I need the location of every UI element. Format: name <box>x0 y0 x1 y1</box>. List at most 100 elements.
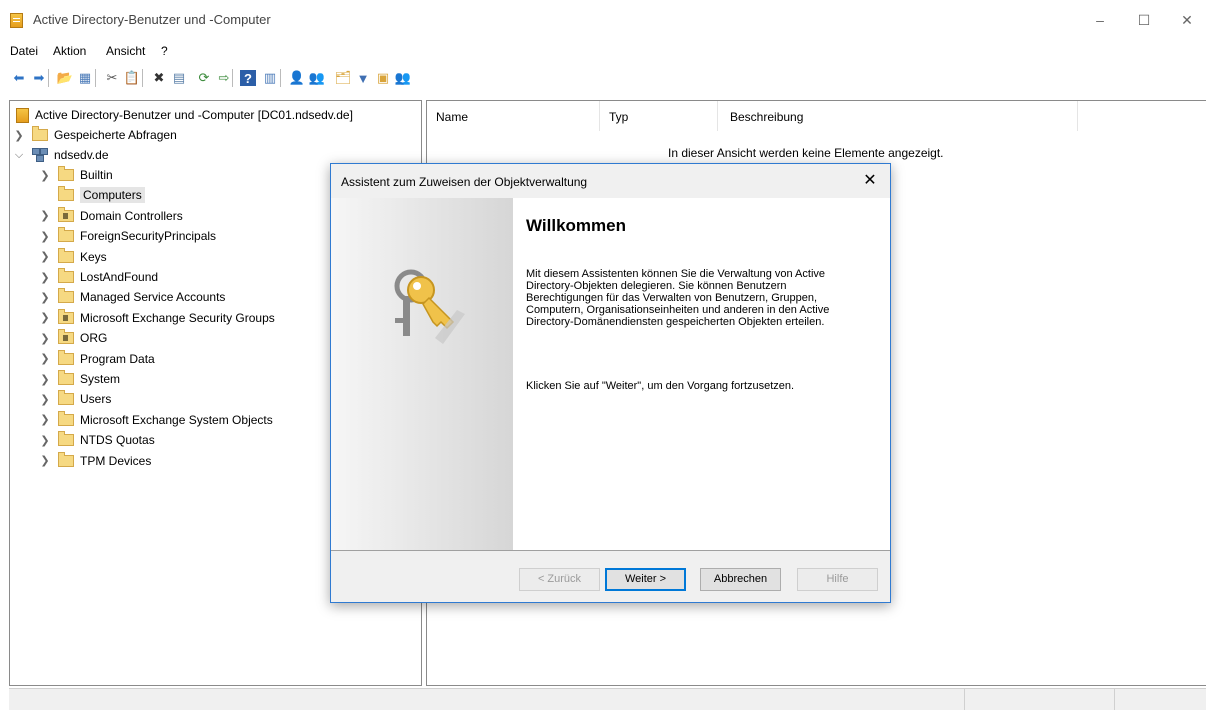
chevron-right-icon[interactable]: ❯ <box>38 250 52 263</box>
new-user-icon[interactable]: 👤 <box>287 68 307 88</box>
maximize-button[interactable]: ☐ <box>1129 8 1159 32</box>
folder-icon <box>58 247 74 263</box>
toolbar-separator <box>48 69 49 87</box>
ou-folder-icon <box>58 329 74 345</box>
chevron-right-icon[interactable]: ❯ <box>38 332 52 345</box>
chevron-right-icon[interactable]: ❯ <box>38 454 52 467</box>
folder-icon <box>58 186 74 202</box>
new-group-icon[interactable]: 👥 <box>307 68 327 88</box>
tree-root-label: Active Directory-Benutzer und -Computer … <box>35 108 353 122</box>
cancel-button[interactable]: Abbrechen <box>700 568 781 591</box>
chevron-down-icon[interactable]: ⌵ <box>12 149 26 162</box>
help-icon[interactable]: ? <box>240 70 256 86</box>
tree-item[interactable]: ❯ Microsoft Exchange System Objects <box>38 410 273 430</box>
tree-item-label: TPM Devices <box>80 453 152 468</box>
tree-item-label: Computers <box>80 187 145 204</box>
new-ou-icon[interactable]: 🗂 <box>333 68 353 88</box>
tree-item-label: System <box>80 372 121 386</box>
tree-item[interactable]: ❯ NTDS Quotas <box>38 430 155 450</box>
tree-item[interactable]: ❯ System <box>38 369 120 389</box>
window-title: Active Directory-Benutzer und -Computer <box>33 12 271 27</box>
chevron-right-icon[interactable]: ❯ <box>38 209 52 222</box>
chevron-right-icon[interactable]: ❯ <box>38 434 52 447</box>
dialog-close-icon[interactable]: ✕ <box>860 170 880 190</box>
delegate-icon[interactable]: 👥 <box>393 68 413 88</box>
back-button[interactable]: < Zurück <box>519 568 600 591</box>
chevron-right-icon[interactable]: ❯ <box>38 393 52 406</box>
refresh-icon[interactable]: ⟳ <box>194 68 214 88</box>
ou-folder-icon <box>58 206 74 222</box>
status-bar <box>9 688 1206 710</box>
export-list-icon[interactable]: ⇨ <box>214 68 234 88</box>
tree-item-domain[interactable]: ⌵ ndsedv.de <box>12 145 109 165</box>
tree-item-label: Microsoft Exchange System Objects <box>80 412 273 427</box>
chevron-right-icon[interactable]: ❯ <box>38 413 52 426</box>
cut-icon[interactable]: ✂ <box>102 68 122 88</box>
tree-item-saved-queries[interactable]: ❯ Gespeicherte Abfragen <box>12 125 177 145</box>
up-folder-icon[interactable]: 📂 <box>55 68 75 88</box>
column-header-description[interactable]: Beschreibung <box>730 101 803 125</box>
chevron-right-icon[interactable]: ❯ <box>38 373 52 386</box>
tree-item[interactable]: ❯ ForeignSecurityPrincipals <box>38 226 216 246</box>
tree-item[interactable]: ❯ TPM Devices <box>38 451 151 471</box>
tree-item-label: LostAndFound <box>80 270 159 284</box>
folder-icon <box>58 410 74 426</box>
tree-item[interactable]: ❯ Users <box>38 389 111 409</box>
delete-icon[interactable]: ✖ <box>149 68 169 88</box>
tree-item[interactable]: ❯ LostAndFound <box>38 267 158 287</box>
forward-arrow-icon[interactable]: ➡ <box>29 68 49 88</box>
tree-item[interactable]: ❯ Program Data <box>38 349 155 369</box>
close-button[interactable]: ✕ <box>1172 8 1202 32</box>
toolbar-separator <box>142 69 143 87</box>
chevron-right-icon[interactable]: ❯ <box>38 271 52 284</box>
ou-folder-icon <box>58 308 74 324</box>
wizard-instruction: Klicken Sie auf "Weiter", um den Vorgang… <box>526 380 795 392</box>
tree-item[interactable]: ❯ Domain Controllers <box>38 206 183 226</box>
properties-icon[interactable]: ▤ <box>169 68 189 88</box>
chevron-right-icon[interactable]: ❯ <box>38 352 52 365</box>
tree-item[interactable]: ❯ Managed Service Accounts <box>38 287 225 307</box>
folder-icon <box>58 268 74 283</box>
toolbar-separator <box>95 69 96 87</box>
snapin-icon <box>16 107 29 123</box>
help-button[interactable]: Hilfe <box>797 568 878 591</box>
tree-item[interactable]: ❯ ORG <box>38 328 107 348</box>
menu-help[interactable]: ? <box>161 44 168 58</box>
app-icon <box>10 13 23 28</box>
filter-icon[interactable]: ▼ <box>353 68 373 88</box>
chevron-right-icon[interactable]: ❯ <box>38 230 52 243</box>
dialog-title: Assistent zum Zuweisen der Objektverwalt… <box>341 175 588 189</box>
copy-icon[interactable]: 📋 <box>122 68 142 88</box>
chevron-right-icon[interactable]: ❯ <box>38 311 52 324</box>
folder-icon <box>58 166 74 181</box>
tree-item[interactable]: Computers <box>38 185 145 205</box>
folder-icon <box>58 431 74 447</box>
chevron-right-icon[interactable]: ❯ <box>12 129 26 142</box>
next-button[interactable]: Weiter > <box>605 568 686 591</box>
tree-item-label: Users <box>80 392 112 407</box>
folder-icon <box>58 451 74 467</box>
menu-datei[interactable]: Datei <box>10 44 38 58</box>
folder-icon <box>32 126 48 141</box>
chevron-right-icon[interactable]: ❯ <box>38 169 52 182</box>
show-console-tree-icon[interactable]: ▦ <box>75 68 95 88</box>
tree-item[interactable]: ❯ Microsoft Exchange Security Groups <box>38 308 275 328</box>
tree-item-label: Managed Service Accounts <box>80 290 226 305</box>
show-action-pane-icon[interactable]: ▥ <box>260 68 280 88</box>
wizard-side-panel <box>331 198 513 550</box>
tree-item-label: ForeignSecurityPrincipals <box>80 229 217 244</box>
add-to-group-icon[interactable]: ▣ <box>373 68 393 88</box>
tree-root[interactable]: Active Directory-Benutzer und -Computer … <box>16 105 353 125</box>
tree-item-label: NTDS Quotas <box>80 433 155 448</box>
tree-item-label: Keys <box>80 249 107 264</box>
tree-item[interactable]: ❯ Keys <box>38 247 107 267</box>
back-arrow-icon[interactable]: ⬅ <box>9 68 29 88</box>
column-header-name[interactable]: Name <box>436 101 468 125</box>
chevron-right-icon[interactable]: ❯ <box>38 291 52 304</box>
menu-aktion[interactable]: Aktion <box>53 44 86 58</box>
menu-ansicht[interactable]: Ansicht <box>106 44 145 58</box>
minimize-button[interactable]: – <box>1085 8 1115 32</box>
tree-item[interactable]: ❯ Builtin <box>38 165 113 185</box>
column-header-type[interactable]: Typ <box>609 101 628 125</box>
domain-icon <box>32 148 48 162</box>
